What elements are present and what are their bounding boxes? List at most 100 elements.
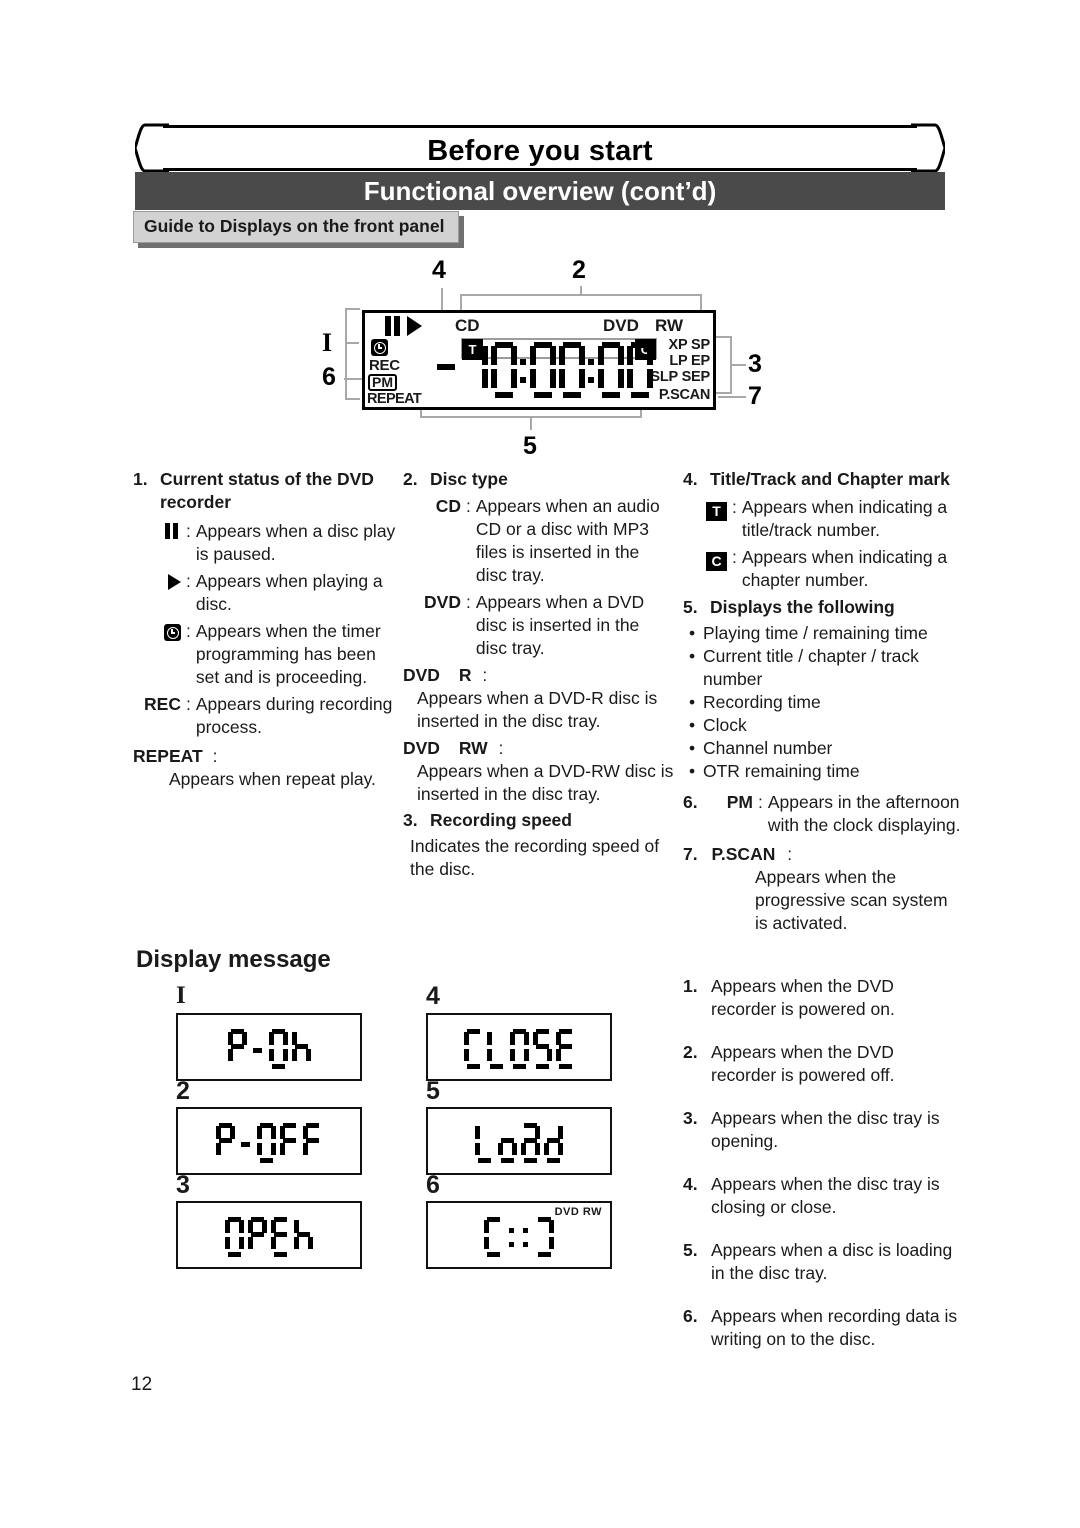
col3-entry-chapter-colon: :: [732, 547, 737, 567]
col3-entry-pscan-number: 7.: [683, 844, 698, 864]
col2-entry-dvdr-text: Appears when a DVD-R disc is inserted in…: [417, 688, 658, 731]
callout-7: 7: [748, 382, 762, 410]
callout-5-leader: [530, 416, 532, 430]
col2-heading: 2. Disc type: [403, 468, 675, 491]
pscan-indicator: P.SCAN: [658, 387, 710, 403]
seven-segment-digit: [486, 1029, 506, 1069]
col1-heading-number: 1.: [133, 469, 148, 489]
seven-segment-digit: [475, 1123, 494, 1163]
col2-entry-cd-key: CD: [435, 496, 461, 516]
col1-entry-rec: REC : Appears during recording process.: [133, 693, 403, 739]
lcd-segment-text: [428, 1023, 610, 1075]
desc-text: Appears when the DVD recorder is powered…: [711, 976, 895, 1019]
lcd-segment-text: [428, 1117, 610, 1169]
col1-entry-play-colon: :: [186, 571, 191, 591]
seven-segment-digit: [433, 342, 459, 398]
list-item: Playing time / remaining time: [687, 622, 961, 645]
callout-4: 4: [432, 256, 446, 284]
col2-heading3-body: Indicates the recording speed of the dis…: [410, 836, 660, 879]
rw-indicator: RW: [655, 316, 684, 335]
col2-heading3: 3. Recording speed: [403, 809, 675, 832]
pause-bar-left-icon: [385, 316, 391, 336]
list-item: 5. Appears when a disc is loading in the…: [683, 1239, 963, 1285]
callout-1-leader: [345, 342, 359, 344]
col3-heading5-text: Displays the following: [710, 597, 895, 617]
dash-segment: [251, 1029, 265, 1069]
seven-segment-digit: [521, 1123, 540, 1163]
colon-separator: [507, 1217, 517, 1257]
list-item: 4. Appears when the disc tray is closing…: [683, 1173, 963, 1219]
desc-number: 5.: [683, 1240, 698, 1260]
desc-text: Appears when the DVD recorder is powered…: [711, 1042, 895, 1085]
seven-segment-digit: [294, 1217, 313, 1257]
col3-entry-pscan-colon: :: [787, 844, 793, 864]
cd-indicator: CD: [455, 316, 480, 335]
lcd-segment-text: [178, 1023, 360, 1075]
seven-segment-digit: [627, 342, 653, 398]
list-item: 2. Appears when the DVD recorder is powe…: [683, 1041, 963, 1087]
callout-3: 3: [748, 350, 762, 378]
column-disc-type: 2. Disc type CD : Appears when an audio …: [403, 468, 675, 881]
seven-segment-digit: [532, 1029, 552, 1069]
seven-segment-digit: [303, 1123, 322, 1163]
col1-entry-timer-text: Appears when the timer programming has b…: [195, 621, 381, 687]
col1-heading: 1. Current status of the DVD recorder: [133, 468, 403, 514]
section-bar: Functional overview (cont’d): [135, 172, 945, 210]
lcd-box-number-5: 5: [426, 1077, 440, 1105]
list-item: 3. Appears when the disc tray is opening…: [683, 1107, 963, 1153]
col3-entry-pm: 6. PM : Appears in the afternoon with th…: [683, 791, 961, 837]
col3-entry-pscan: 7. P.SCAN : Appears when the progressive…: [683, 843, 961, 935]
desc-number: 4.: [683, 1174, 698, 1194]
banner-title: Before you start: [427, 135, 653, 167]
lcd-message-box-5: [426, 1107, 612, 1175]
col3-entry-pscan-key: P.SCAN: [711, 844, 776, 864]
col2-entry-dvd-text: Appears when a DVD disc is inserted in t…: [475, 592, 645, 658]
speed-row-0: XP SP: [668, 337, 711, 353]
seven-segment-digit: [484, 1217, 503, 1257]
lcd-segment-text: [428, 1211, 610, 1263]
col1-entry-rec-colon: :: [186, 694, 191, 714]
col1-entry-repeat-key: REPEAT: [133, 746, 203, 766]
lcd-segment-text: [178, 1117, 360, 1169]
callout-1: I: [322, 328, 333, 357]
col1-entry-rec-key: REC: [144, 694, 181, 714]
seven-segment-digit: [535, 1217, 554, 1257]
lcd-box-number-2: 2: [176, 1077, 190, 1105]
col3-heading5-number: 5.: [683, 597, 698, 617]
col2-entry-cd: CD : Appears when an audio CD or a disc …: [403, 495, 675, 587]
desc-number: 1.: [683, 976, 698, 996]
lcd-message-box-2: [176, 1107, 362, 1175]
desc-number: 6.: [683, 1306, 698, 1326]
desc-text: Appears when the disc tray is closing or…: [711, 1174, 940, 1217]
seven-segment-digit: [462, 342, 488, 398]
column-current-status: 1. Current status of the DVD recorder : …: [133, 468, 403, 791]
desc-number: 3.: [683, 1108, 698, 1128]
col3-heading-text: Title/Track and Chapter mark: [710, 469, 950, 489]
col3-entry-pm-number: 6.: [683, 792, 698, 812]
lcd-message-box-1: [176, 1013, 362, 1081]
col2-entry-dvdr-sub: R: [458, 665, 472, 685]
callout-5-bracket-right: [640, 410, 642, 418]
rec-indicator: REC: [369, 357, 400, 374]
callout-2-bracket-top: [460, 294, 702, 296]
col3-heading5: 5. Displays the following: [683, 596, 961, 619]
lcd-readout: [427, 339, 659, 401]
recording-speed-indicators: XP SP LP EP SLP SEP: [650, 337, 710, 385]
col2-entry-dvdr-colon: :: [482, 665, 488, 685]
callout-3-leader: [730, 364, 746, 366]
col2-entry-dvdrw: DVD RW : Appears when a DVD-RW disc is i…: [403, 737, 675, 806]
col3-entry-chapter: C : Appears when indicating a chapter nu…: [683, 546, 961, 592]
col1-entry-pause-colon: :: [186, 521, 191, 541]
col2-entry-dvdr: DVD R : Appears when a DVD-R disc is ins…: [403, 664, 675, 733]
col3-entry-pm-colon: :: [758, 792, 763, 812]
lcd-box-number-3: 3: [176, 1171, 190, 1199]
page-banner: Before you start: [135, 123, 945, 173]
lcd-message-box-3: [176, 1201, 362, 1269]
col3-entry-chapter-text: Appears when indicating a chapter number…: [741, 547, 948, 590]
col2-entry-cd-colon: :: [466, 496, 471, 516]
lcd-message-box-6: DVD RW: [426, 1201, 612, 1269]
callout-2-bracket-left: [460, 294, 462, 310]
desc-text: Appears when the disc tray is opening.: [711, 1108, 940, 1151]
banner-box: Before you start: [163, 125, 917, 171]
list-item: 1. Appears when the DVD recorder is powe…: [683, 975, 963, 1021]
